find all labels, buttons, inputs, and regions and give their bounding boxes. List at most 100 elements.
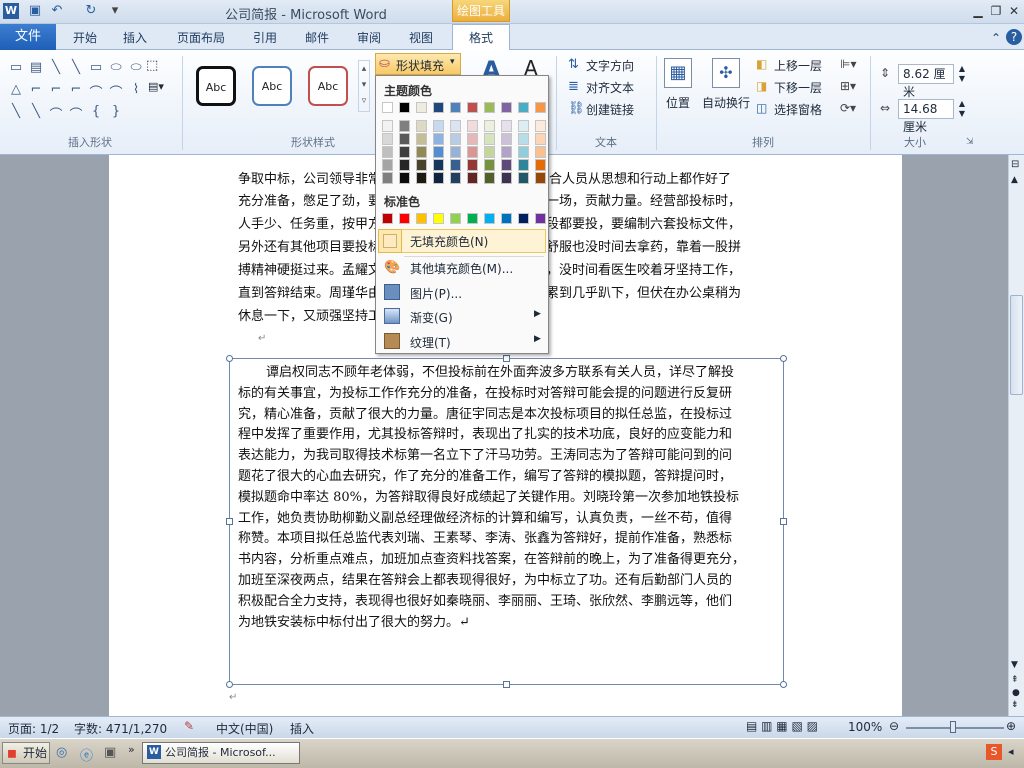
standard-color-swatch[interactable] bbox=[518, 213, 529, 224]
view-buttons-icon[interactable]: ▤ ▥ ▦ ▧ ▨ bbox=[746, 719, 818, 733]
theme-shade-swatch[interactable] bbox=[501, 120, 512, 132]
tab-review[interactable]: 审阅 bbox=[346, 28, 392, 50]
theme-shade-swatch[interactable] bbox=[450, 120, 461, 132]
theme-shade-swatch[interactable] bbox=[399, 146, 410, 158]
chevron-right-icon[interactable]: » bbox=[128, 743, 135, 756]
theme-shade-swatch[interactable] bbox=[399, 172, 410, 184]
theme-color-swatch[interactable] bbox=[518, 102, 529, 113]
tray-app-icon[interactable]: S bbox=[986, 744, 1002, 760]
tab-page-layout[interactable]: 页面布局 bbox=[170, 28, 232, 50]
shape-fill-button[interactable]: ⛀ 形状填充 ▾ bbox=[375, 53, 461, 75]
theme-shade-swatch[interactable] bbox=[399, 159, 410, 171]
quicklaunch-icon[interactable]: ◎ bbox=[56, 745, 67, 760]
theme-shade-swatch[interactable] bbox=[518, 120, 529, 132]
theme-shade-swatch[interactable] bbox=[399, 120, 410, 132]
standard-color-swatch[interactable] bbox=[501, 213, 512, 224]
resize-handle-sw[interactable] bbox=[226, 681, 233, 688]
resize-handle-n[interactable] bbox=[503, 355, 510, 362]
theme-shade-swatch[interactable] bbox=[433, 159, 444, 171]
tab-file[interactable]: 文件 bbox=[0, 24, 56, 50]
shape-line-icon[interactable]: ╲ bbox=[48, 60, 64, 76]
scroll-up-icon[interactable]: ▲ bbox=[1011, 175, 1018, 185]
standard-color-swatch[interactable] bbox=[382, 213, 393, 224]
theme-color-swatch[interactable] bbox=[450, 102, 461, 113]
tab-mailings[interactable]: 邮件 bbox=[294, 28, 340, 50]
selection-pane-button[interactable]: 选择窗格 bbox=[774, 101, 822, 118]
standard-color-swatch[interactable] bbox=[399, 213, 410, 224]
resize-handle-s[interactable] bbox=[503, 681, 510, 688]
theme-shade-swatch[interactable] bbox=[382, 146, 393, 158]
theme-color-swatch[interactable] bbox=[501, 102, 512, 113]
theme-shade-swatch[interactable] bbox=[467, 133, 478, 145]
theme-color-swatch[interactable] bbox=[484, 102, 495, 113]
close-icon[interactable]: ✕ bbox=[1006, 3, 1022, 19]
theme-shade-swatch[interactable] bbox=[484, 159, 495, 171]
scroll-down-icon[interactable]: ▼ bbox=[1011, 660, 1018, 670]
theme-shade-swatch[interactable] bbox=[450, 159, 461, 171]
more-fill-colors-item[interactable]: 其他填充颜色(M)... bbox=[410, 260, 513, 277]
shape-arc1-icon[interactable]: ⌒ bbox=[48, 104, 64, 123]
height-spinner[interactable]: ▲ ▼ bbox=[956, 64, 968, 84]
theme-shade-swatch[interactable] bbox=[535, 146, 546, 158]
theme-shade-swatch[interactable] bbox=[399, 133, 410, 145]
insert-mode[interactable]: 插入 bbox=[290, 720, 314, 737]
tab-format[interactable]: 格式 bbox=[452, 24, 510, 51]
resize-handle-e[interactable] bbox=[780, 518, 787, 525]
theme-shade-swatch[interactable] bbox=[535, 172, 546, 184]
theme-shade-swatch[interactable] bbox=[535, 159, 546, 171]
shape-brace-right-icon[interactable]: } bbox=[108, 104, 124, 120]
resize-handle-nw[interactable] bbox=[226, 355, 233, 362]
theme-color-swatch[interactable] bbox=[399, 102, 410, 113]
language[interactable]: 中文(中国) bbox=[216, 720, 273, 737]
theme-shade-swatch[interactable] bbox=[433, 172, 444, 184]
group-icon[interactable]: ⊞▾ bbox=[840, 79, 856, 93]
theme-shade-swatch[interactable] bbox=[518, 146, 529, 158]
theme-shade-swatch[interactable] bbox=[484, 133, 495, 145]
style-sample-2[interactable]: Abc bbox=[252, 66, 292, 106]
resize-handle-se[interactable] bbox=[780, 681, 787, 688]
theme-shade-swatch[interactable] bbox=[382, 172, 393, 184]
theme-shade-swatch[interactable] bbox=[433, 146, 444, 158]
shape-textbox-icon[interactable]: ▤ bbox=[28, 60, 44, 76]
theme-shade-swatch[interactable] bbox=[484, 172, 495, 184]
theme-shade-swatch[interactable] bbox=[416, 172, 427, 184]
send-backward-button[interactable]: 下移一层 bbox=[774, 79, 822, 96]
shape-rect-icon[interactable]: ▭ bbox=[8, 60, 24, 76]
wrap-text-button[interactable]: 自动换行 bbox=[702, 94, 750, 111]
position-button[interactable]: 位置 bbox=[666, 94, 690, 111]
text-direction-button[interactable]: 文字方向 bbox=[586, 57, 634, 74]
theme-shade-swatch[interactable] bbox=[416, 159, 427, 171]
theme-shade-swatch[interactable] bbox=[467, 120, 478, 132]
theme-shade-swatch[interactable] bbox=[450, 133, 461, 145]
shape-elbow1-icon[interactable]: ⌐ bbox=[28, 82, 44, 98]
tab-references[interactable]: 引用 bbox=[242, 28, 288, 50]
no-fill-item[interactable]: 无填充颜色(N) bbox=[410, 233, 488, 250]
word-count[interactable]: 字数: 471/1,270 bbox=[74, 720, 167, 737]
tab-home[interactable]: 开始 bbox=[62, 28, 108, 50]
theme-shade-swatch[interactable] bbox=[518, 172, 529, 184]
theme-shade-swatch[interactable] bbox=[382, 159, 393, 171]
theme-shade-swatch[interactable] bbox=[382, 133, 393, 145]
height-input[interactable]: 8.62 厘米 bbox=[898, 64, 954, 99]
align-text-button[interactable]: 对齐文本 bbox=[586, 79, 634, 96]
browse-object-icon[interactable]: ● bbox=[1012, 688, 1020, 698]
theme-shade-swatch[interactable] bbox=[501, 159, 512, 171]
shape-curve1-icon[interactable]: ⌒ bbox=[88, 82, 104, 101]
theme-shade-swatch[interactable] bbox=[535, 133, 546, 145]
shape-elbow2-icon[interactable]: ⌐ bbox=[48, 82, 64, 98]
theme-shade-swatch[interactable] bbox=[416, 133, 427, 145]
proofing-icon[interactable]: ✎ bbox=[184, 719, 194, 733]
minimize-icon[interactable]: ▁ bbox=[970, 3, 986, 19]
position-icon[interactable]: ▦ bbox=[664, 58, 692, 88]
theme-shade-swatch[interactable] bbox=[416, 120, 427, 132]
theme-shade-swatch[interactable] bbox=[450, 172, 461, 184]
tab-view[interactable]: 视图 bbox=[398, 28, 444, 50]
shape-rect2-icon[interactable]: ▭ bbox=[88, 60, 104, 76]
ruler-toggle-icon[interactable]: ⊟ bbox=[1011, 159, 1019, 170]
theme-shade-swatch[interactable] bbox=[501, 172, 512, 184]
page-count[interactable]: 页面: 1/2 bbox=[8, 720, 59, 737]
shape-line3-icon[interactable]: ╲ bbox=[28, 104, 44, 120]
next-page-icon[interactable]: ⇟ bbox=[1011, 700, 1019, 710]
zoom-in-icon[interactable]: ⊕ bbox=[1006, 719, 1016, 733]
wrap-text-icon[interactable]: ✣ bbox=[712, 58, 740, 88]
